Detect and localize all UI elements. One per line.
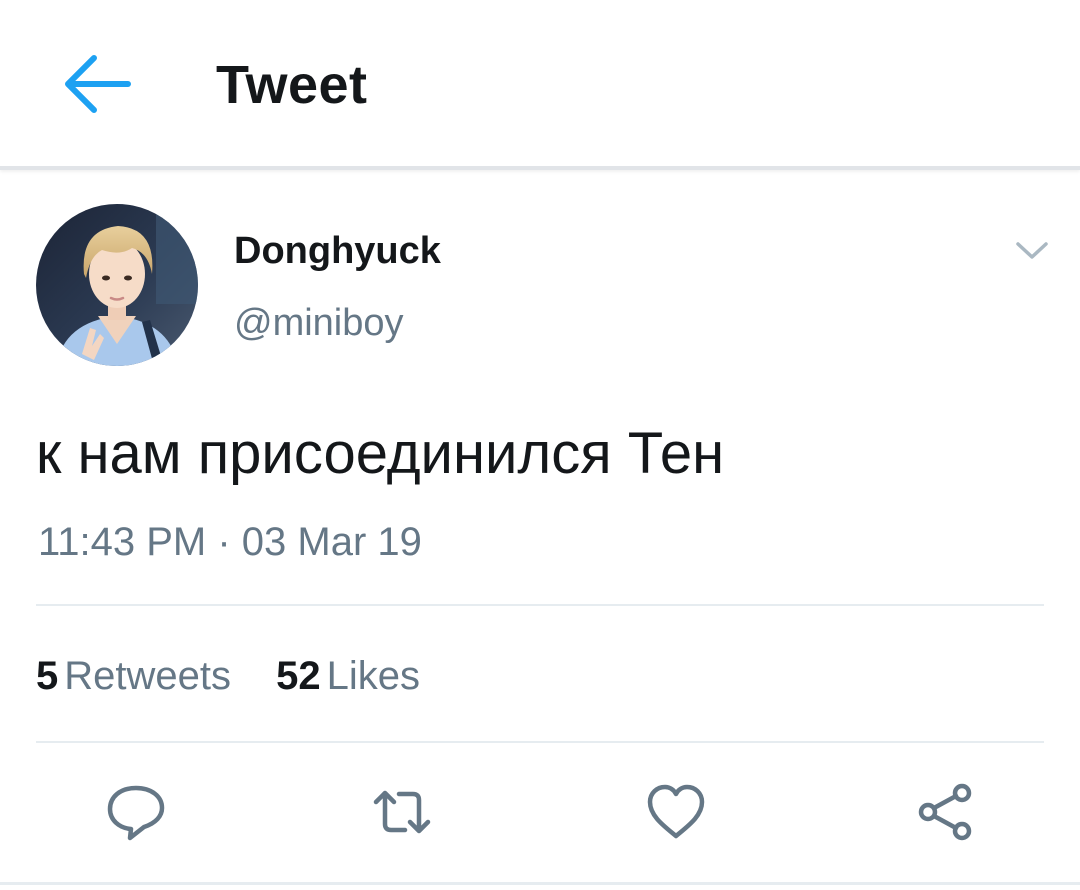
tweet-menu-button[interactable]: [1010, 230, 1054, 270]
reply-icon: [107, 785, 165, 841]
arrow-left-icon: [65, 55, 131, 113]
likes-stat[interactable]: 52 Likes: [276, 650, 420, 702]
divider: [36, 604, 1044, 606]
likes-label: Likes: [326, 654, 421, 698]
heart-icon: [647, 784, 705, 839]
retweet-button[interactable]: [370, 780, 434, 844]
profile-photo: [36, 204, 198, 366]
avatar[interactable]: [36, 204, 198, 366]
top-app-bar: Tweet: [0, 0, 1080, 170]
retweets-label: Retweets: [64, 654, 231, 698]
like-button[interactable]: [644, 780, 708, 844]
retweet-icon: [373, 790, 431, 834]
display-name[interactable]: Donghyuck: [234, 226, 441, 276]
user-handle[interactable]: @miniboy: [234, 298, 404, 348]
back-button[interactable]: [58, 52, 134, 116]
tweet-timestamp[interactable]: 11:43 PM · 03 Mar 19: [38, 516, 422, 568]
likes-count: 52: [276, 654, 321, 698]
page-title: Tweet: [216, 55, 368, 115]
divider: [0, 882, 1080, 885]
tweet-stats: 5 Retweets 52 Likes: [36, 650, 454, 702]
share-icon: [918, 783, 972, 841]
retweets-count: 5: [36, 654, 59, 698]
tweet-text: к нам присоединился Тен: [36, 421, 725, 486]
retweets-stat[interactable]: 5 Retweets: [36, 650, 231, 702]
divider: [36, 741, 1044, 743]
share-button[interactable]: [914, 780, 978, 844]
reply-button[interactable]: [104, 780, 168, 844]
chevron-down-icon: [1016, 242, 1048, 259]
